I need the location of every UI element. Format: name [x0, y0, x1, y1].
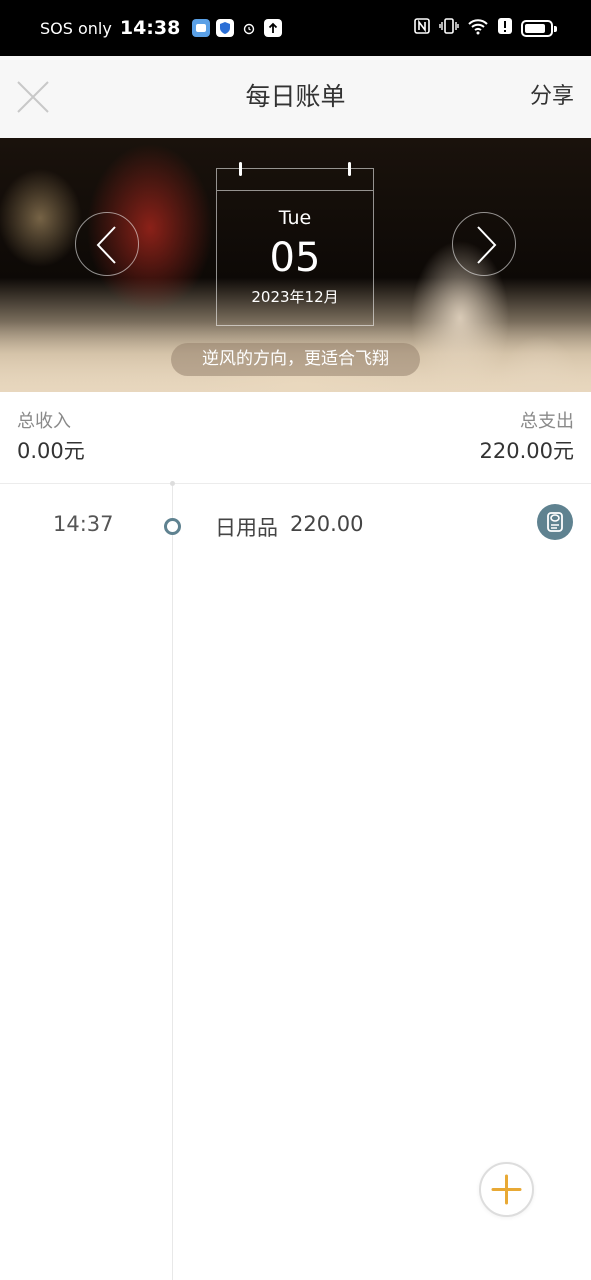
calendar-header	[217, 162, 373, 191]
previous-day-button[interactable]	[75, 212, 139, 276]
timeline-start-dot	[170, 481, 175, 486]
calendar-date-card: Tue 05 2023年12月	[216, 162, 374, 326]
status-bar: SOS only 14:38	[0, 0, 591, 56]
timeline-dot	[164, 518, 181, 535]
tissue-roll-icon	[537, 504, 573, 540]
alarm-icon	[240, 19, 258, 37]
calendar-ring	[239, 162, 242, 176]
expense-value: 220.00元	[479, 439, 574, 463]
nfc-icon	[413, 17, 431, 39]
status-bar-right	[413, 0, 557, 56]
entry-description[interactable]: 日用品 220.00	[215, 512, 363, 542]
timeline-line	[172, 484, 173, 1280]
close-button[interactable]	[14, 78, 52, 116]
status-bar-left: SOS only 14:38	[40, 0, 283, 56]
battery-icon	[521, 19, 557, 37]
daily-summary: 总收入 0.00元 总支出 220.00元	[0, 392, 591, 484]
income-label: 总收入	[17, 411, 71, 432]
expense-label: 总支出	[520, 411, 574, 432]
calendar-ring	[348, 162, 351, 176]
chevron-right-icon	[477, 226, 497, 264]
date-banner: Tue 05 2023年12月 逆风的方向，更适合飞翔	[0, 138, 591, 392]
page-title: 每日账单	[245, 82, 346, 111]
carrier-text: SOS only	[40, 18, 112, 38]
upload-icon	[264, 19, 283, 37]
app-notification-icon	[192, 19, 211, 37]
status-time: 14:38	[119, 17, 181, 39]
next-day-button[interactable]	[452, 212, 516, 276]
day-number: 05	[269, 235, 321, 281]
chevron-left-icon	[96, 226, 116, 264]
daily-quote: 逆风的方向，更适合飞翔	[171, 343, 420, 376]
vibrate-icon	[439, 17, 459, 39]
shield-icon	[216, 19, 235, 37]
weekday-label: Tue	[278, 207, 312, 229]
add-entry-button[interactable]	[479, 1162, 534, 1217]
entry-category: 日用品	[215, 516, 278, 540]
app-header: 每日账单 分享	[0, 56, 591, 138]
alert-icon	[497, 17, 513, 39]
plus-icon	[491, 1174, 522, 1205]
income-value: 0.00元	[17, 439, 85, 463]
share-button[interactable]: 分享	[530, 56, 574, 138]
wifi-icon	[467, 17, 489, 39]
entry-time: 14:37	[53, 512, 114, 536]
close-icon	[17, 81, 49, 113]
month-label: 2023年12月	[251, 288, 339, 306]
entry-amount: 220.00	[290, 512, 364, 536]
